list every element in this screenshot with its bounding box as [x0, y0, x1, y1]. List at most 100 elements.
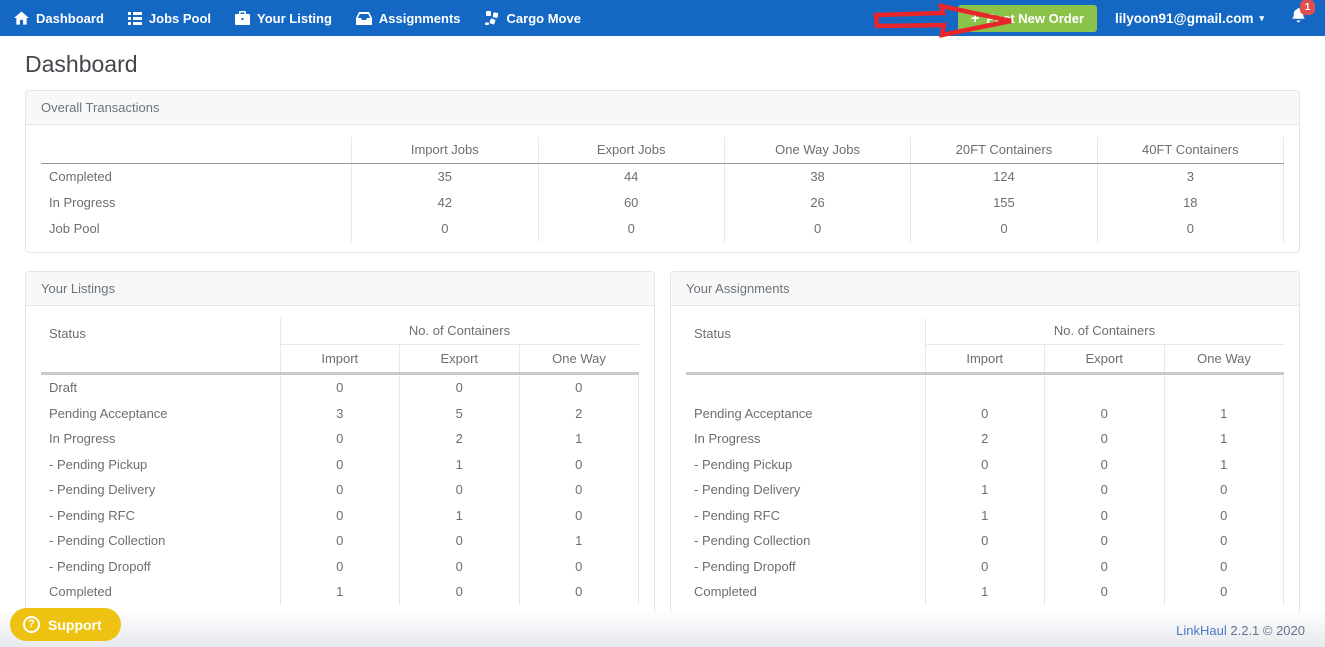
cell-value: 0: [1097, 216, 1283, 242]
row-label: Completed: [686, 579, 925, 605]
notification-count-badge: 1: [1300, 0, 1315, 15]
cell-value: 1: [519, 426, 639, 452]
table-row: Completed3544381243: [41, 164, 1284, 191]
cell-value: 18: [1097, 190, 1283, 216]
nav-item-cargo-move[interactable]: Cargo Move: [485, 11, 581, 26]
table-row: - Pending Delivery000: [41, 477, 639, 503]
your-assignments-table: StatusNo. of ContainersImportExportOne W…: [686, 318, 1284, 605]
cell-value: 0: [911, 216, 1097, 242]
nav-item-your-listing[interactable]: Your Listing: [235, 11, 332, 26]
row-label: - Pending Delivery: [41, 477, 280, 503]
notifications-button[interactable]: 1: [1290, 7, 1307, 29]
question-icon: ?: [23, 616, 40, 633]
table-row: Pending Acceptance001: [686, 401, 1284, 427]
row-label: - Pending Dropoff: [41, 554, 280, 580]
row-label: Completed: [41, 579, 280, 605]
table-row: - Pending Collection000: [686, 528, 1284, 554]
row-label: - Pending RFC: [41, 503, 280, 529]
cell-value: 0: [400, 579, 520, 605]
cell-value: 0: [1045, 452, 1165, 478]
your-listings-title: Your Listings: [26, 272, 654, 306]
nav-item-assignments[interactable]: Assignments: [356, 11, 461, 26]
cell-value: 0: [1164, 477, 1284, 503]
cell-value: 1: [1164, 401, 1284, 427]
table-row: Draft000: [41, 374, 639, 401]
cell-value: 124: [911, 164, 1097, 191]
column-header: 20FT Containers: [911, 137, 1097, 164]
briefcase-icon: [235, 11, 250, 25]
overall-transactions-table: Import JobsExport JobsOne Way Jobs20FT C…: [41, 137, 1284, 242]
cell-value: 2: [519, 401, 639, 427]
row-label: - Pending Delivery: [686, 477, 925, 503]
cell-value: 0: [280, 426, 400, 452]
support-button[interactable]: ? Support: [10, 608, 121, 641]
table-row: - Pending Dropoff000: [686, 554, 1284, 580]
nav-item-jobs-pool[interactable]: Jobs Pool: [128, 11, 211, 26]
cell-value: 0: [1045, 554, 1165, 580]
table-row: - Pending RFC010: [41, 503, 639, 529]
table-row: [686, 374, 1284, 401]
status-column-header: Status: [686, 318, 925, 374]
cell-value: 42: [352, 190, 538, 216]
table-row: In Progress021: [41, 426, 639, 452]
cell-value: 0: [519, 452, 639, 478]
post-new-order-button[interactable]: + Post New Order: [958, 5, 1097, 32]
your-assignments-title: Your Assignments: [671, 272, 1299, 306]
cell-value: 60: [538, 190, 724, 216]
column-header: Import Jobs: [352, 137, 538, 164]
cell-value: 0: [519, 503, 639, 529]
column-header: 40FT Containers: [1097, 137, 1283, 164]
nav-item-label: Dashboard: [36, 11, 104, 26]
row-label: In Progress: [41, 426, 280, 452]
row-label: Draft: [41, 374, 280, 401]
user-email: lilyoon91@gmail.com: [1115, 11, 1253, 26]
main-content: Dashboard Overall Transactions Import Jo…: [0, 36, 1325, 616]
nav-item-dashboard[interactable]: Dashboard: [14, 11, 104, 26]
row-label: Pending Acceptance: [686, 401, 925, 427]
cell-value: 0: [925, 452, 1045, 478]
cell-value: 1: [400, 503, 520, 529]
cell-value: 0: [1164, 528, 1284, 554]
home-icon: [14, 11, 29, 25]
column-header: One Way: [519, 344, 639, 374]
table-row: Job Pool00000: [41, 216, 1284, 242]
nav-item-label: Cargo Move: [507, 11, 581, 26]
column-header: Export: [400, 344, 520, 374]
cell-value: [1164, 374, 1284, 401]
cell-value: 0: [1164, 554, 1284, 580]
cell-value: 0: [280, 452, 400, 478]
post-new-order-label: Post New Order: [986, 11, 1084, 26]
user-email-dropdown[interactable]: lilyoon91@gmail.com ▾: [1115, 11, 1264, 26]
cell-value: 35: [352, 164, 538, 191]
brand-link[interactable]: LinkHaul: [1176, 623, 1227, 638]
cell-value: 1: [280, 579, 400, 605]
dolly-icon: [485, 11, 500, 25]
row-label: In Progress: [41, 190, 352, 216]
cell-value: 0: [925, 554, 1045, 580]
cell-value: 0: [280, 477, 400, 503]
row-label: Completed: [41, 164, 352, 191]
cell-value: 0: [280, 503, 400, 529]
cell-value: 0: [280, 528, 400, 554]
table-row: - Pending Pickup001: [686, 452, 1284, 478]
row-label: Job Pool: [41, 216, 352, 242]
column-header: Export: [1045, 344, 1165, 374]
table-header-row: StatusNo. of Containers: [686, 318, 1284, 344]
version-text: 2.2.1 © 2020: [1230, 623, 1305, 638]
your-listings-panel: Your Listings StatusNo. of ContainersImp…: [25, 271, 655, 616]
cell-value: 1: [519, 528, 639, 554]
chevron-down-icon: ▾: [1259, 13, 1264, 24]
cell-value: 1: [1164, 426, 1284, 452]
row-label: - Pending Pickup: [41, 452, 280, 478]
nav-item-label: Your Listing: [257, 11, 332, 26]
cell-value: 0: [400, 374, 520, 401]
cell-value: 2: [400, 426, 520, 452]
cell-value: 2: [925, 426, 1045, 452]
cell-value: 0: [400, 554, 520, 580]
cell-value: 0: [519, 374, 639, 401]
row-label: [686, 374, 925, 401]
table-row: In Progress42602615518: [41, 190, 1284, 216]
cell-value: 1: [925, 503, 1045, 529]
cell-value: 0: [1045, 401, 1165, 427]
cell-value: 0: [280, 374, 400, 401]
